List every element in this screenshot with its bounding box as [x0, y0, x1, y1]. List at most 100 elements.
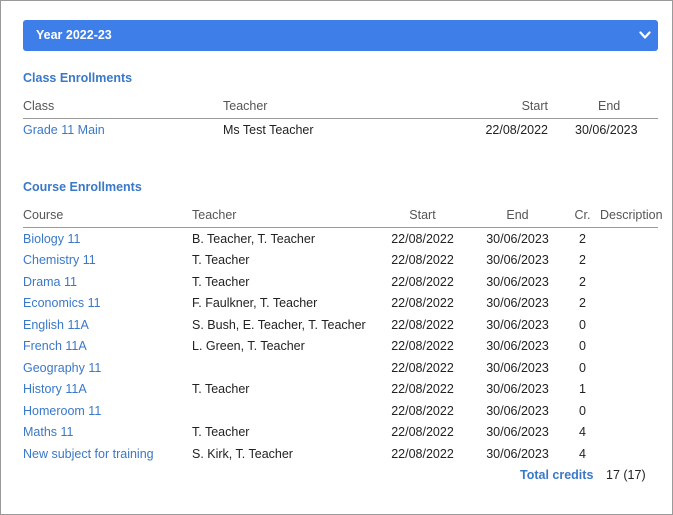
table-row: Economics 11 F. Faulkner, T. Teacher 22/08…	[23, 293, 658, 315]
course-teacher: T. Teacher	[192, 274, 250, 289]
column-header-teacher: Teacher	[223, 99, 423, 119]
class-end-date: 30/06/2023	[575, 122, 638, 137]
course-end-date: 30/06/2023	[486, 231, 549, 246]
column-header-end: End	[470, 208, 565, 228]
course-link[interactable]: Chemistry 11	[23, 250, 192, 272]
course-start-date: 22/08/2022	[391, 425, 454, 440]
course-description	[600, 228, 658, 250]
column-header-teacher: Teacher	[192, 208, 375, 228]
course-description	[600, 422, 658, 444]
table-row: Drama 11 T. Teacher 22/08/2022 30/06/2023 2	[23, 271, 658, 293]
course-start-date: 22/08/2022	[391, 317, 454, 332]
course-start-date: 22/08/2022	[391, 274, 454, 289]
course-credits: 2	[579, 253, 586, 268]
course-teacher: S. Bush, E. Teacher, T. Teacher	[192, 317, 366, 332]
course-description	[600, 443, 658, 465]
course-enrollments-title: Course Enrollments	[23, 180, 142, 194]
year-select[interactable]: Year 2022-23	[23, 20, 658, 51]
course-start-date: 22/08/2022	[391, 382, 454, 397]
table-row: Biology 11 B. Teacher, T. Teacher 22/08/20…	[23, 228, 658, 250]
table-row: Maths 11 T. Teacher 22/08/2022 30/06/2023 4	[23, 422, 658, 444]
course-end-date: 30/06/2023	[486, 339, 549, 354]
column-header-description: Description	[600, 208, 663, 228]
class-link[interactable]: Grade 11 Main	[23, 119, 223, 141]
course-description	[600, 250, 658, 272]
course-enrollments-header-row: Course Teacher Start End Cr. Description	[23, 208, 663, 228]
class-start-date: 22/08/2022	[485, 122, 548, 137]
column-header-class: Class	[23, 99, 223, 119]
table-row: Homeroom 11 22/08/2022 30/06/2023 0	[23, 400, 658, 422]
table-row: English 11A S. Bush, E. Teacher, T. Teach…	[23, 314, 658, 336]
course-end-date: 30/06/2023	[486, 317, 549, 332]
course-start-date: 22/08/2022	[391, 446, 454, 461]
course-description	[600, 293, 658, 315]
course-start-date: 22/08/2022	[391, 231, 454, 246]
table-row: French 11A L. Green, T. Teacher 22/08/2022…	[23, 336, 658, 358]
course-start-date: 22/08/2022	[391, 403, 454, 418]
course-teacher: T. Teacher	[192, 253, 250, 268]
course-end-date: 30/06/2023	[486, 274, 549, 289]
course-end-date: 30/06/2023	[486, 360, 549, 375]
table-row: Geography 11 22/08/2022 30/06/2023 0	[23, 357, 658, 379]
column-header-start: Start	[423, 99, 553, 119]
column-header-course: Course	[23, 208, 192, 228]
course-credits: 0	[579, 360, 586, 375]
course-link[interactable]: Biology 11	[23, 228, 192, 250]
course-end-date: 30/06/2023	[486, 446, 549, 461]
year-select-value: Year 2022-23	[36, 28, 112, 42]
course-teacher	[192, 357, 375, 379]
course-description	[600, 357, 658, 379]
course-start-date: 22/08/2022	[391, 339, 454, 354]
enrollments-panel: Year 2022-23 Class Enrollments Class Tea…	[0, 0, 673, 515]
column-header-end: End	[553, 99, 658, 119]
class-enrollments-header-row: Class Teacher Start End	[23, 99, 658, 119]
course-start-date: 22/08/2022	[391, 253, 454, 268]
class-teacher: Ms Test Teacher	[223, 122, 314, 137]
course-teacher: T. Teacher	[192, 425, 250, 440]
course-teacher: S. Kirk, T. Teacher	[192, 446, 293, 461]
course-link[interactable]: Maths 11	[23, 422, 192, 444]
course-link[interactable]: Homeroom 11	[23, 400, 192, 422]
course-credits: 0	[579, 317, 586, 332]
course-enrollments-table: Course Teacher Start End Cr. Description…	[23, 208, 663, 465]
class-enrollments-title: Class Enrollments	[23, 71, 133, 85]
course-link[interactable]: New subject for training	[23, 443, 192, 465]
course-link[interactable]: Geography 11	[23, 357, 192, 379]
course-end-date: 30/06/2023	[486, 253, 549, 268]
course-credits: 0	[579, 339, 586, 354]
course-link[interactable]: English 11A	[23, 314, 192, 336]
course-description	[600, 271, 658, 293]
chevron-down-icon	[639, 31, 651, 39]
column-header-credits: Cr.	[565, 208, 600, 228]
total-credits-value: 17 (17)	[606, 468, 646, 482]
course-credits: 2	[579, 296, 586, 311]
course-link[interactable]: Drama 11	[23, 271, 192, 293]
course-teacher: L. Green, T. Teacher	[192, 339, 305, 354]
table-row: Chemistry 11 T. Teacher 22/08/2022 30/06/20…	[23, 250, 658, 272]
course-credits: 0	[579, 403, 586, 418]
course-link[interactable]: History 11A	[23, 379, 192, 401]
course-credits: 1	[579, 382, 586, 397]
class-enrollments-table: Class Teacher Start End Grade 11 Main Ms…	[23, 99, 658, 141]
total-credits-label[interactable]: Total credits	[520, 468, 593, 482]
total-credits-row: Total credits 17 (17)	[520, 468, 660, 486]
course-description	[600, 400, 658, 422]
course-description	[600, 336, 658, 358]
course-credits: 2	[579, 274, 586, 289]
course-teacher: F. Faulkner, T. Teacher	[192, 296, 318, 311]
course-link[interactable]: French 11A	[23, 336, 192, 358]
course-credits: 4	[579, 425, 586, 440]
course-end-date: 30/06/2023	[486, 425, 549, 440]
column-header-start: Start	[375, 208, 470, 228]
course-teacher	[192, 400, 375, 422]
course-teacher: B. Teacher, T. Teacher	[192, 231, 315, 246]
course-end-date: 30/06/2023	[486, 403, 549, 418]
course-credits: 4	[579, 446, 586, 461]
course-credits: 2	[579, 231, 586, 246]
course-link[interactable]: Economics 11	[23, 293, 192, 315]
course-description	[600, 379, 658, 401]
table-row: Grade 11 Main Ms Test Teacher 22/08/2022…	[23, 119, 658, 141]
course-start-date: 22/08/2022	[391, 360, 454, 375]
table-row: New subject for training S. Kirk, T. Teac…	[23, 443, 658, 465]
course-start-date: 22/08/2022	[391, 296, 454, 311]
